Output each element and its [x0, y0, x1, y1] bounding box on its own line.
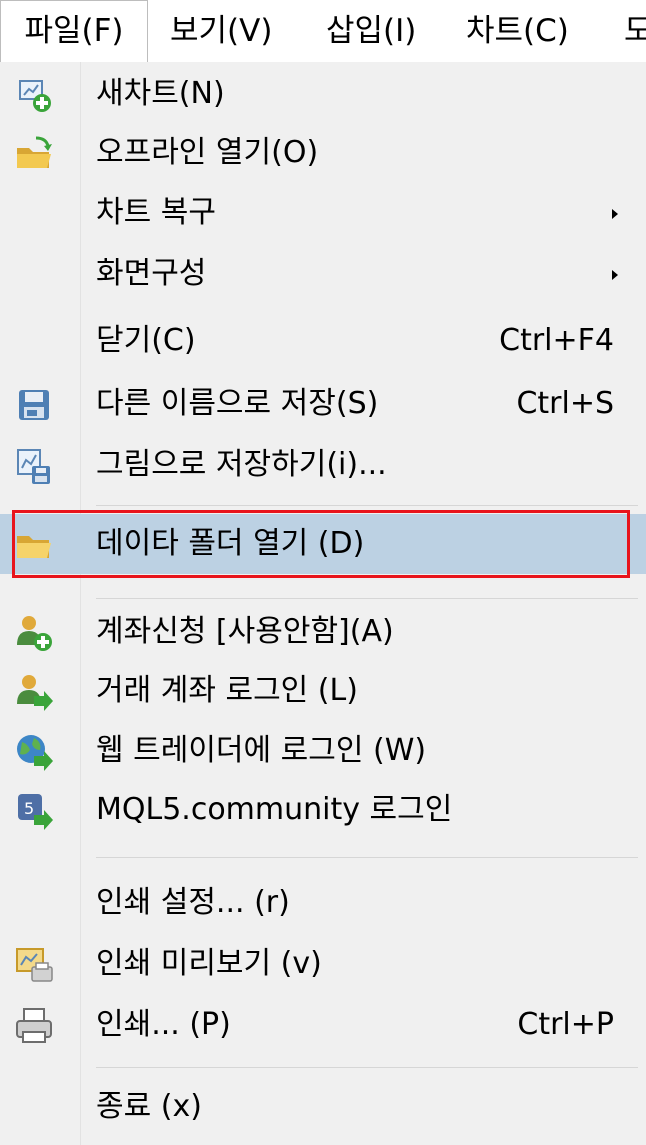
menu-tools[interactable]: 도 — [624, 0, 646, 62]
printer-icon — [14, 1006, 54, 1046]
menu-item-label: 그림으로 저장하기(i)... — [96, 447, 387, 482]
menu-bar: 파일(F) 보기(V) 삽입(I) 차트(C) 도 — [0, 0, 646, 63]
menu-item-open-offline[interactable]: 오프라인 열기(O) — [0, 124, 646, 182]
menu-item-shortcut: Ctrl+S — [516, 386, 614, 421]
submenu-arrow-icon — [612, 209, 618, 219]
menu-insert[interactable]: 삽입(I) — [326, 0, 416, 62]
menu-item-print-setup[interactable]: 인쇄 설정... (r) — [0, 874, 646, 932]
menu-item-close[interactable]: 닫기(C) Ctrl+F4 — [0, 312, 646, 370]
new-chart-icon — [14, 75, 54, 115]
menu-item-profiles[interactable]: 화면구성 — [0, 245, 646, 303]
menu-item-chart-restore[interactable]: 차트 복구 — [0, 184, 646, 242]
highlight-annotation-box — [12, 510, 630, 578]
mql5-login-icon: 5 — [14, 791, 54, 831]
menu-item-label: 닫기(C) — [96, 323, 196, 358]
menu-item-label: 화면구성 — [96, 256, 207, 291]
menu-separator — [96, 598, 638, 599]
menu-item-web-trader-login[interactable]: 웹 트레이더에 로그인 (W) — [0, 722, 646, 780]
menu-item-mql5-login[interactable]: 5 MQL5.community 로그인 — [0, 781, 646, 839]
menu-item-label: 인쇄 미리보기 (v) — [96, 946, 322, 981]
menu-item-save-as-picture[interactable]: 그림으로 저장하기(i)... — [0, 436, 646, 494]
menu-file[interactable]: 파일(F) — [0, 0, 148, 63]
menu-item-save-as[interactable]: 다른 이름으로 저장(S) Ctrl+S — [0, 375, 646, 433]
menu-item-label: 거래 계좌 로그인 (L) — [96, 673, 358, 708]
menu-item-label: 새차트(N) — [96, 76, 225, 111]
menu-item-label: MQL5.community 로그인 — [96, 792, 453, 827]
menu-separator — [96, 505, 638, 506]
menu-view[interactable]: 보기(V) — [170, 0, 272, 62]
menu-item-print-preview[interactable]: 인쇄 미리보기 (v) — [0, 935, 646, 993]
trade-login-icon — [14, 672, 54, 712]
menu-separator — [96, 857, 638, 858]
submenu-arrow-icon — [612, 270, 618, 280]
menu-item-exit[interactable]: 종료 (x) — [0, 1078, 646, 1136]
menu-item-trade-login[interactable]: 거래 계좌 로그인 (L) — [0, 662, 646, 720]
save-disk-icon — [14, 385, 54, 425]
svg-text:5: 5 — [24, 799, 34, 818]
menu-item-label: 인쇄 설정... (r) — [96, 885, 290, 920]
file-dropdown-menu: 새차트(N) 오프라인 열기(O) 차트 복구 화면구성 닫기(C) Ctrl+… — [0, 62, 646, 1145]
web-trader-login-icon — [14, 732, 54, 772]
menu-item-open-account[interactable]: 계좌신청 [사용안함](A) — [0, 603, 646, 661]
menu-item-label: 오프라인 열기(O) — [96, 135, 319, 170]
menu-item-shortcut: Ctrl+F4 — [499, 323, 614, 358]
menu-item-shortcut: Ctrl+P — [517, 1007, 614, 1042]
save-picture-icon — [14, 446, 54, 486]
menu-chart[interactable]: 차트(C) — [466, 0, 569, 62]
menu-item-label: 웹 트레이더에 로그인 (W) — [96, 733, 427, 768]
menu-item-label: 차트 복구 — [96, 195, 216, 230]
menu-item-new-chart[interactable]: 새차트(N) — [0, 65, 646, 123]
print-preview-icon — [14, 945, 54, 985]
menu-item-label: 인쇄... (P) — [96, 1007, 231, 1042]
open-offline-folder-icon — [14, 134, 54, 174]
open-account-icon — [14, 613, 54, 653]
menu-item-label: 다른 이름으로 저장(S) — [96, 386, 379, 421]
menu-item-print[interactable]: 인쇄... (P) Ctrl+P — [0, 996, 646, 1054]
menu-item-label: 계좌신청 [사용안함](A) — [96, 614, 394, 649]
menu-separator — [96, 1067, 638, 1068]
menu-item-label: 종료 (x) — [96, 1089, 202, 1124]
